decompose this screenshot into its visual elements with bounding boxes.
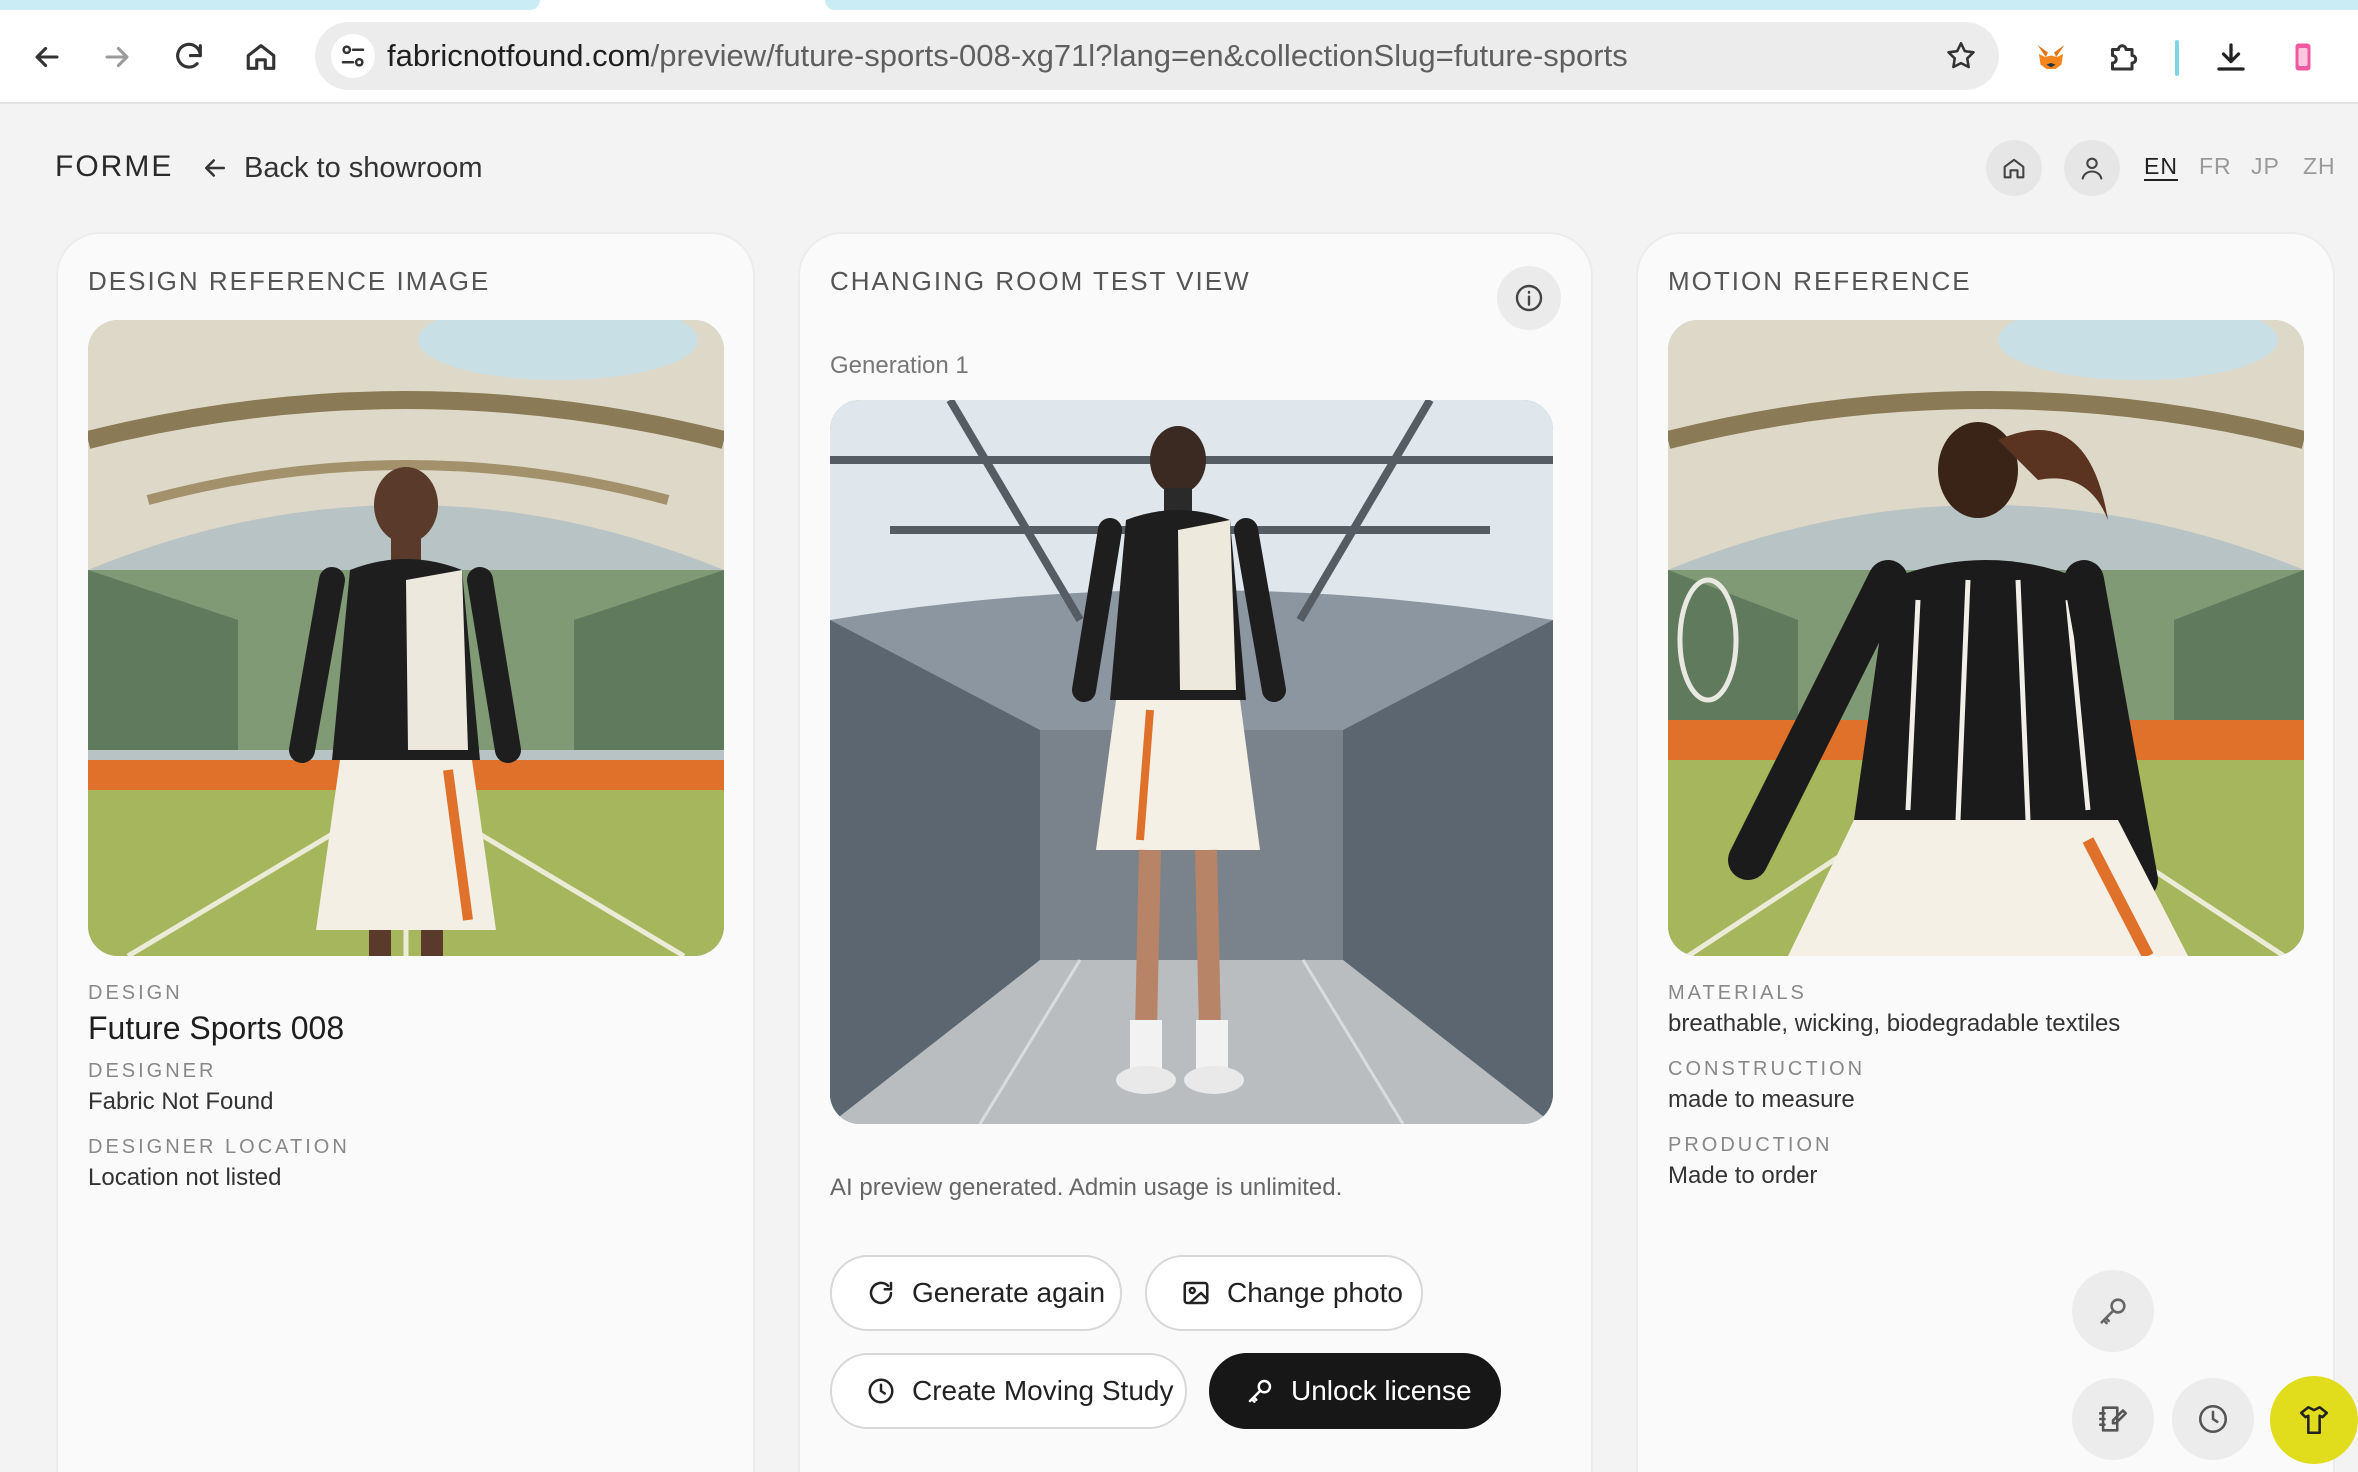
- language-jp[interactable]: JP: [2251, 153, 2280, 180]
- create-moving-study-label: Create Moving Study: [912, 1375, 1174, 1406]
- motion-reference-image: [1668, 320, 2304, 956]
- bookmark-button[interactable]: [1939, 34, 1983, 78]
- browser-back-button[interactable]: [22, 32, 72, 82]
- unlock-license-button[interactable]: Unlock license: [1209, 1353, 1501, 1429]
- home-icon: [2003, 158, 2025, 179]
- battery-icon: [2295, 43, 2311, 71]
- key-icon: [2100, 1298, 2126, 1325]
- design-reference-panel: DESIGN REFERENCE IMAGE DESIGN Future Spo…: [56, 232, 755, 1472]
- language-en[interactable]: EN: [2144, 153, 2178, 180]
- clock-icon: [2198, 1404, 2228, 1434]
- refresh-icon: [869, 1281, 893, 1305]
- star-icon: [1947, 41, 1975, 69]
- info-icon: [1515, 284, 1543, 312]
- panel-title: MOTION REFERENCE: [1668, 266, 1972, 296]
- home-icon: [246, 44, 276, 70]
- designer-name: Fabric Not Found: [88, 1088, 274, 1115]
- url-host: fabricnotfound.com: [387, 38, 651, 73]
- materials-value: breathable, wicking, biodegradable texti…: [1668, 1010, 2121, 1037]
- generate-again-button[interactable]: Generate again: [830, 1255, 1122, 1331]
- panel-title: CHANGING ROOM TEST VIEW: [830, 266, 1251, 296]
- clock-icon: [868, 1378, 894, 1404]
- motion-reference-panel: MOTION REFERENCE MATERIALS breathable, w…: [1636, 232, 2335, 1472]
- language-zh[interactable]: ZH: [2303, 153, 2336, 180]
- meta-label-construction: CONSTRUCTION: [1668, 1058, 1866, 1080]
- meta-label-design: DESIGN: [88, 982, 183, 1004]
- language-fr[interactable]: FR: [2199, 153, 2232, 180]
- tune-icon: [341, 45, 365, 67]
- site-settings-button[interactable]: [331, 34, 375, 78]
- browser-tab[interactable]: [0, 0, 540, 10]
- panel-title: DESIGN REFERENCE IMAGE: [88, 266, 491, 296]
- license-key-fab[interactable]: [2072, 1270, 2154, 1352]
- brand-logo[interactable]: FORME: [55, 150, 173, 184]
- changing-room-panel: CHANGING ROOM TEST VIEW Generation 1 AI …: [798, 232, 1593, 1472]
- arrow-left-icon: [205, 159, 225, 177]
- browser-home-button[interactable]: [236, 32, 286, 82]
- address-bar[interactable]: fabricnotfound.com/preview/future-sports…: [315, 22, 1999, 90]
- browser-reload-button[interactable]: [164, 32, 214, 82]
- meta-label-designer-location: DESIGNER LOCATION: [88, 1136, 350, 1158]
- change-photo-button[interactable]: Change photo: [1145, 1255, 1423, 1331]
- generation-label: Generation 1: [830, 352, 969, 379]
- unlock-license-label: Unlock license: [1291, 1375, 1472, 1406]
- browser-tab[interactable]: [825, 0, 2358, 10]
- toolbar-divider: [2175, 40, 2179, 76]
- meta-label-materials: MATERIALS: [1668, 982, 1807, 1004]
- reload-icon: [176, 42, 202, 69]
- back-to-showroom-link[interactable]: Back to showroom: [200, 148, 483, 188]
- browser-toolbar: fabricnotfound.com/preview/future-sports…: [0, 10, 2358, 104]
- notes-fab[interactable]: [2072, 1378, 2154, 1460]
- meta-label-designer: DESIGNER: [88, 1060, 217, 1082]
- user-icon: [2081, 157, 2103, 180]
- downloads-button[interactable]: [2206, 32, 2256, 82]
- download-icon: [2217, 43, 2245, 71]
- production-value: Made to order: [1668, 1162, 1818, 1189]
- design-name: Future Sports 008: [88, 1010, 345, 1046]
- construction-value: made to measure: [1668, 1086, 1855, 1113]
- info-button[interactable]: [1497, 266, 1561, 330]
- fox-icon: [2037, 45, 2065, 69]
- url-path: /preview/future-sports-008-xg71l?lang=en…: [650, 38, 1628, 73]
- design-reference-image: [88, 320, 724, 956]
- browser-forward-button[interactable]: [92, 32, 142, 82]
- home-button[interactable]: [1986, 140, 2042, 196]
- account-button[interactable]: [2064, 140, 2120, 196]
- generate-again-label: Generate again: [912, 1277, 1106, 1308]
- key-icon: [1248, 1379, 1272, 1403]
- generation-status-note: AI preview generated. Admin usage is unl…: [830, 1174, 1343, 1201]
- arrow-left-icon: [35, 46, 59, 68]
- address-url[interactable]: fabricnotfound.com/preview/future-sports…: [387, 38, 1628, 74]
- shirt-icon: [2299, 1405, 2329, 1435]
- changing-room-preview-image: [830, 400, 1553, 1124]
- image-icon: [1183, 1281, 1209, 1305]
- back-link-label: Back to showroom: [244, 151, 483, 184]
- wardrobe-fab[interactable]: [2270, 1376, 2358, 1464]
- browser-tab-strip: [0, 0, 2358, 10]
- change-photo-label: Change photo: [1227, 1277, 1403, 1308]
- create-moving-study-button[interactable]: Create Moving Study: [830, 1353, 1187, 1429]
- metamask-extension-button[interactable]: [2026, 32, 2076, 82]
- puzzle-icon: [2111, 44, 2138, 71]
- profile-extension-button[interactable]: [2278, 32, 2328, 82]
- meta-label-production: PRODUCTION: [1668, 1134, 1833, 1156]
- extensions-button[interactable]: [2098, 32, 2148, 82]
- arrow-right-icon: [105, 46, 129, 68]
- designer-location: Location not listed: [88, 1164, 282, 1191]
- history-fab[interactable]: [2172, 1378, 2254, 1460]
- notebook-pen-icon: [2098, 1406, 2128, 1432]
